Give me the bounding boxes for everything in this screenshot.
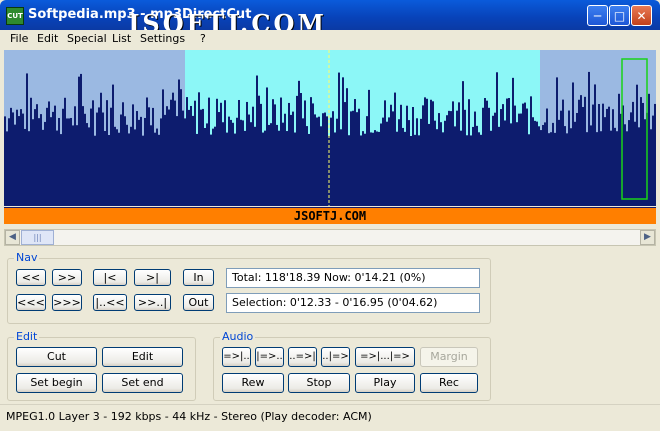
scroll-left-button[interactable]: ◀ (5, 230, 20, 245)
margin-button[interactable]: Margin (420, 347, 478, 367)
nav-to-end-button[interactable]: >| (134, 269, 171, 286)
total-position-field: Total: 118'18.39 Now: 0'14.21 (0%) (226, 268, 480, 288)
app-icon: CUT (6, 7, 24, 25)
nav-selection-start-button[interactable]: |..<< (93, 294, 127, 311)
scroll-right-button[interactable]: ▶ (640, 230, 655, 245)
menu-edit[interactable]: Edit (37, 32, 58, 45)
audio-group-label: Audio (220, 330, 256, 343)
nav-selection-end-button[interactable]: >>..| (134, 294, 171, 311)
status-text: MPEG1.0 Layer 3 - 192 kbps - 44 kHz - St… (6, 410, 372, 423)
nav-fast-forward-button[interactable]: >>> (52, 294, 82, 311)
grip-icon: ||| (33, 233, 42, 242)
set-end-button[interactable]: Set end (102, 373, 183, 393)
play-from-end-button[interactable]: ..|=> (321, 347, 350, 367)
cut-button[interactable]: Cut (16, 347, 97, 367)
menu-special[interactable]: Special (67, 32, 107, 45)
set-out-button[interactable]: Out (183, 294, 214, 311)
play-to-begin-button[interactable]: =>|.. (222, 347, 251, 367)
play-from-begin-button[interactable]: |=>.. (255, 347, 284, 367)
close-icon: ✕ (636, 9, 647, 23)
status-bar: MPEG1.0 Layer 3 - 192 kbps - 44 kHz - St… (0, 404, 660, 431)
nav-back-button[interactable]: << (16, 269, 46, 286)
scroll-thumb[interactable]: ||| (21, 230, 54, 245)
menu-settings[interactable]: Settings (140, 32, 185, 45)
play-selection-button[interactable]: =>|...|=> (355, 347, 415, 367)
nav-fast-back-button[interactable]: <<< (16, 294, 46, 311)
edit-button[interactable]: Edit (102, 347, 183, 367)
play-button[interactable]: Play (355, 373, 415, 393)
stop-button[interactable]: Stop (288, 373, 350, 393)
nav-group-label: Nav (14, 251, 40, 264)
minimize-button[interactable]: ─ (587, 5, 608, 26)
maximize-icon: □ (613, 9, 626, 23)
rewind-button[interactable]: Rew (222, 373, 284, 393)
maximize-button[interactable]: □ (609, 5, 630, 26)
title-bar[interactable]: CUT Softpedia.mp3 - mp3DirectCut JSOFTJ.… (0, 0, 660, 38)
play-to-end-button[interactable]: ..=>| (288, 347, 317, 367)
set-begin-button[interactable]: Set begin (16, 373, 97, 393)
set-in-button[interactable]: In (183, 269, 214, 286)
banner-text: JSOFTJ.COM (293, 209, 367, 223)
position-bar[interactable]: JSOFTJ.COM (4, 207, 656, 224)
menu-help[interactable]: ? (200, 32, 206, 45)
menu-list[interactable]: List (112, 32, 131, 45)
minimize-icon: ─ (593, 9, 602, 23)
selection-field: Selection: 0'12.33 - 0'16.95 (0'04.62) (226, 293, 480, 313)
chevron-left-icon: ◀ (9, 232, 16, 242)
menu-bar: File Edit Special List Settings ? (0, 30, 660, 48)
nav-forward-button[interactable]: >> (52, 269, 82, 286)
horizontal-scrollbar[interactable]: ◀ ||| ▶ (4, 229, 656, 246)
menu-file[interactable]: File (10, 32, 28, 45)
chevron-right-icon: ▶ (644, 232, 651, 242)
record-button[interactable]: Rec (420, 373, 478, 393)
close-button[interactable]: ✕ (631, 5, 652, 26)
waveform-view[interactable] (4, 50, 656, 206)
nav-to-start-button[interactable]: |< (93, 269, 127, 286)
edit-group-label: Edit (14, 330, 40, 343)
